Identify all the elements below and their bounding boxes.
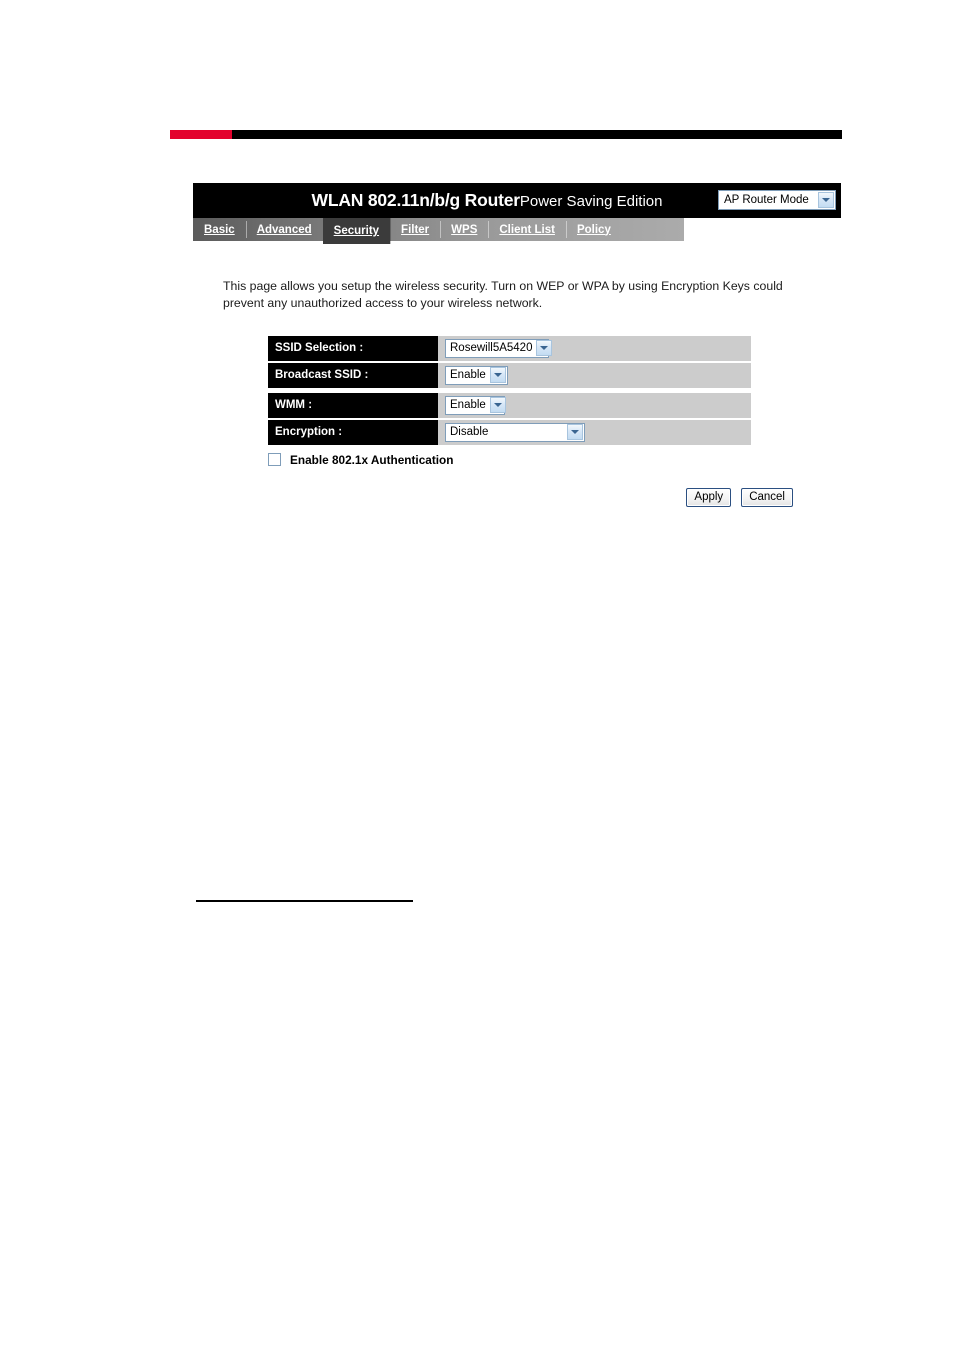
chevron-down-icon bbox=[818, 192, 834, 208]
operation-mode-select[interactable]: AP Router Mode bbox=[718, 190, 836, 210]
cancel-button[interactable]: Cancel bbox=[741, 487, 793, 507]
encryption-label: Encryption : bbox=[268, 419, 438, 445]
tab-filter[interactable]: Filter bbox=[390, 218, 440, 241]
ssid-selection-dropdown[interactable]: Rosewill5A5420 bbox=[445, 338, 553, 358]
security-settings-table: SSID Selection : Rosewill5A5420 Broadcas… bbox=[268, 335, 751, 445]
encryption-selected: Disable bbox=[450, 426, 489, 439]
table-row: Encryption : Disable bbox=[268, 419, 751, 445]
router-admin-ui: WLAN 802.11n/b/g RouterPower Saving Edit… bbox=[193, 183, 841, 507]
enable-8021x-row: Enable 802.1x Authentication bbox=[268, 453, 841, 467]
main-navigation-tabs: Basic Advanced Security Filter WPS Clien… bbox=[193, 218, 684, 244]
broadcast-ssid-dropdown[interactable]: Enable bbox=[445, 365, 508, 385]
broadcast-ssid-selected: Enable bbox=[450, 369, 486, 382]
broadcast-ssid-value-cell: Enable bbox=[438, 362, 751, 388]
chevron-down-icon bbox=[489, 397, 506, 414]
table-row: WMM : Enable bbox=[268, 392, 751, 418]
broadcast-ssid-label: Broadcast SSID : bbox=[268, 362, 438, 388]
page-title-main: WLAN 802.11n/b/g Router bbox=[311, 190, 521, 210]
tab-security-label: Security bbox=[333, 225, 380, 237]
table-row: Broadcast SSID : Enable bbox=[268, 362, 751, 388]
tab-client-list[interactable]: Client List bbox=[488, 218, 566, 241]
ssid-selection-label: SSID Selection : bbox=[268, 335, 438, 361]
encryption-dropdown[interactable]: Disable bbox=[445, 422, 585, 442]
page-title-sub: Power Saving Edition bbox=[519, 193, 663, 210]
wmm-dropdown[interactable]: Enable bbox=[445, 395, 506, 415]
encryption-value-cell: Disable bbox=[438, 419, 751, 445]
page-description: This page allows you setup the wireless … bbox=[223, 279, 783, 311]
chevron-down-icon bbox=[567, 424, 583, 441]
tab-wps[interactable]: WPS bbox=[440, 218, 488, 241]
tab-client-list-label: Client List bbox=[499, 223, 555, 236]
apply-button[interactable]: Apply bbox=[686, 487, 732, 507]
footnote-separator bbox=[196, 900, 413, 902]
enable-8021x-checkbox[interactable] bbox=[268, 453, 281, 467]
ssid-selection-value-cell: Rosewill5A5420 bbox=[438, 335, 751, 361]
tab-advanced[interactable]: Advanced bbox=[245, 218, 323, 241]
table-row: SSID Selection : Rosewill5A5420 bbox=[268, 335, 751, 361]
tab-filter-label: Filter bbox=[401, 223, 430, 236]
tab-policy[interactable]: Policy bbox=[565, 218, 622, 241]
page-title: WLAN 802.11n/b/g RouterPower Saving Edit… bbox=[312, 190, 663, 211]
tab-security[interactable]: Security bbox=[322, 218, 391, 244]
tab-basic[interactable]: Basic bbox=[193, 218, 246, 241]
operation-mode-value: AP Router Mode bbox=[724, 194, 809, 206]
enable-8021x-label: Enable 802.1x Authentication bbox=[290, 452, 454, 467]
ui-header-bar: WLAN 802.11n/b/g RouterPower Saving Edit… bbox=[193, 183, 841, 218]
wmm-label: WMM : bbox=[268, 392, 438, 418]
form-actions: Apply Cancel bbox=[193, 487, 841, 507]
wmm-selected: Enable bbox=[450, 399, 486, 412]
tab-policy-label: Policy bbox=[576, 223, 611, 236]
wmm-value-cell: Enable bbox=[438, 392, 751, 418]
page-top-rule-accent bbox=[170, 130, 232, 139]
tab-basic-label: Basic bbox=[204, 223, 235, 236]
ssid-selection-selected: Rosewill5A5420 bbox=[450, 342, 533, 355]
page-top-rule bbox=[170, 130, 842, 139]
chevron-down-icon bbox=[536, 340, 553, 357]
chevron-down-icon bbox=[490, 367, 506, 384]
tab-wps-label: WPS bbox=[451, 223, 478, 236]
tab-advanced-label: Advanced bbox=[256, 223, 312, 236]
